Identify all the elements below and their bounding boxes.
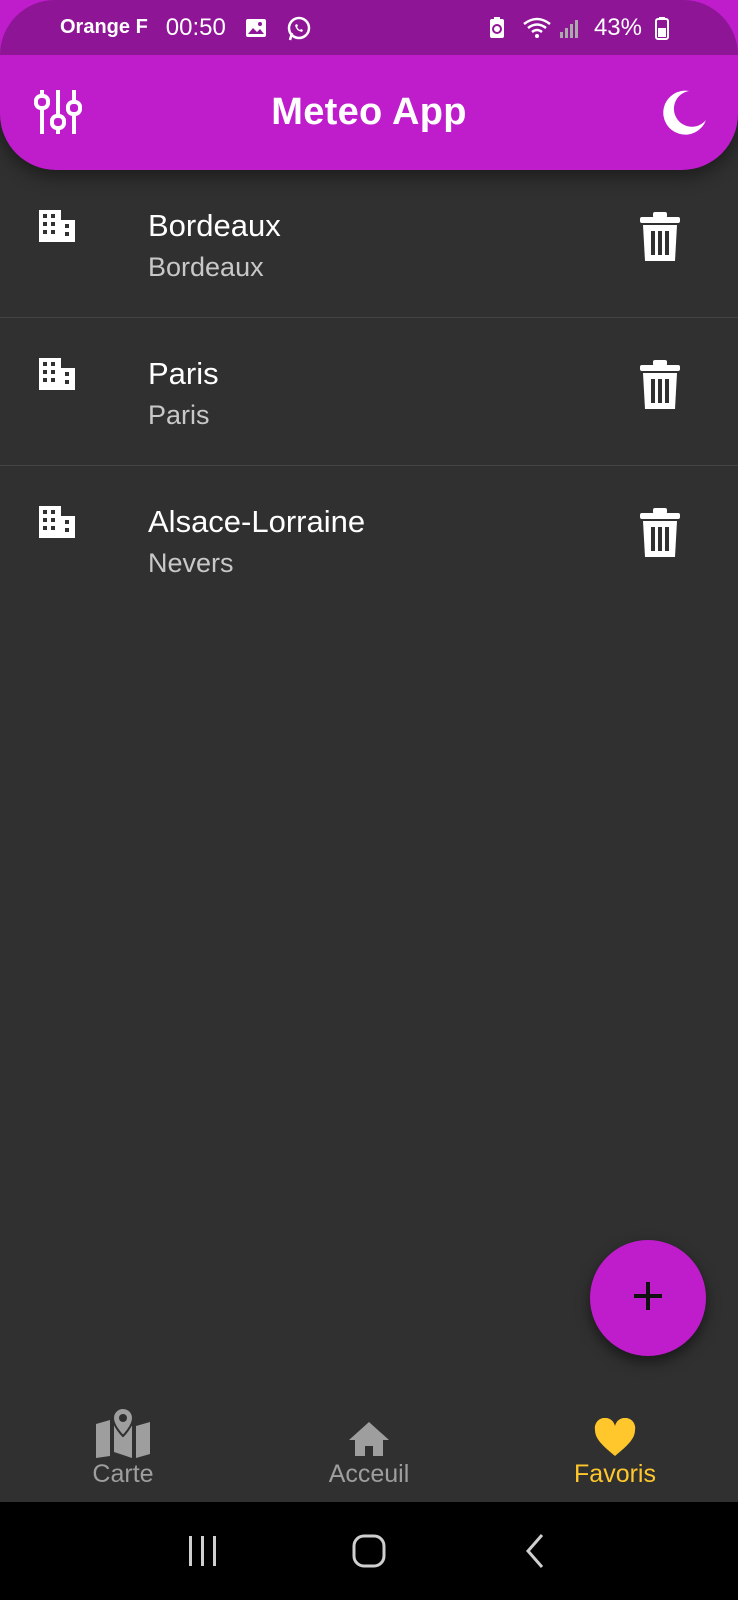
trash-icon[interactable] — [634, 506, 686, 560]
system-navigation-bar — [0, 1502, 738, 1600]
moon-icon[interactable] — [654, 82, 714, 142]
status-bar: Orange F 00:50 43% — [0, 0, 738, 55]
nav-label: Acceuil — [328, 1460, 410, 1488]
trash-icon[interactable] — [634, 210, 686, 264]
home-icon — [339, 1406, 399, 1458]
battery-saver-icon — [486, 16, 510, 40]
app-header: Orange F 00:50 43% Meteo App — [0, 0, 738, 170]
home-button-icon[interactable] — [339, 1521, 399, 1581]
sliders-icon[interactable] — [28, 82, 88, 142]
favorites-list: Bordeaux Bordeaux Paris Paris Alsace-Lor… — [0, 170, 738, 614]
battery-icon — [654, 16, 678, 40]
item-subtitle: Nevers — [148, 548, 234, 578]
add-favorite-button[interactable] — [590, 1240, 706, 1356]
gallery-icon — [244, 16, 268, 40]
nav-label: Favoris — [574, 1460, 656, 1488]
list-item[interactable]: Bordeaux Bordeaux — [0, 170, 738, 318]
app-bar: Meteo App — [0, 55, 738, 170]
item-title: Paris — [148, 356, 219, 391]
recent-apps-icon[interactable] — [173, 1521, 233, 1581]
map-icon — [93, 1406, 153, 1458]
nav-item-carte[interactable]: Carte — [0, 1392, 246, 1502]
item-subtitle: Paris — [148, 400, 210, 430]
building-icon — [36, 202, 78, 244]
page-title: Meteo App — [271, 91, 467, 133]
status-right: 43% — [486, 14, 678, 42]
nav-label: Carte — [92, 1460, 154, 1488]
item-title: Alsace-Lorraine — [148, 504, 366, 539]
item-subtitle: Bordeaux — [148, 252, 264, 282]
list-item[interactable]: Paris Paris — [0, 318, 738, 466]
building-icon — [36, 498, 78, 540]
plus-icon — [631, 1279, 665, 1318]
signal-icon — [558, 16, 582, 40]
bottom-navigation: Carte Acceuil Favoris — [0, 1392, 738, 1502]
list-item[interactable]: Alsace-Lorraine Nevers — [0, 466, 738, 614]
clock: 00:50 — [165, 13, 226, 41]
item-title: Bordeaux — [148, 208, 281, 243]
status-left: Orange F 00:50 — [60, 14, 486, 42]
nav-item-acceuil[interactable]: Acceuil — [246, 1392, 492, 1502]
trash-icon[interactable] — [634, 358, 686, 412]
whatsapp-icon — [286, 16, 311, 40]
building-icon — [36, 350, 78, 392]
wifi-icon — [522, 16, 551, 40]
heart-icon — [585, 1406, 645, 1458]
nav-item-favoris[interactable]: Favoris — [492, 1392, 738, 1502]
carrier-label: Orange F — [60, 16, 148, 38]
battery-level: 43% — [593, 13, 642, 41]
back-icon[interactable] — [505, 1521, 565, 1581]
